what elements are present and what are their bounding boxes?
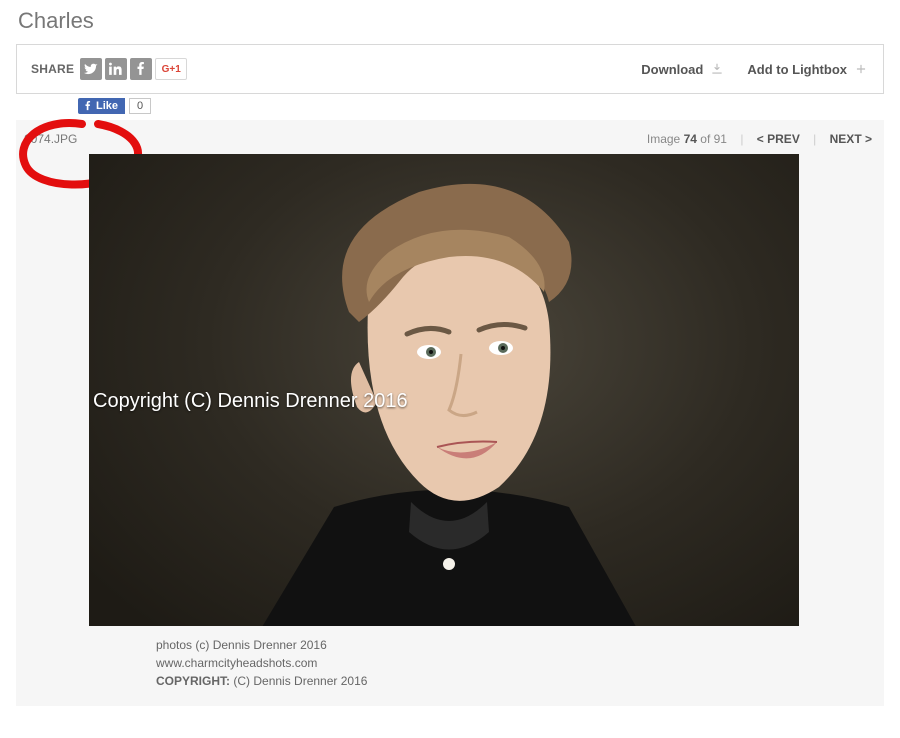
download-button[interactable]: Download bbox=[641, 61, 725, 77]
like-text: Like bbox=[96, 100, 118, 112]
download-icon bbox=[709, 61, 725, 77]
filename-label: 0074.JPG bbox=[24, 132, 77, 146]
of-word: of bbox=[700, 132, 710, 146]
twitter-icon[interactable] bbox=[80, 58, 102, 80]
credits-line-2: www.charmcityheadshots.com bbox=[156, 654, 872, 672]
facebook-like-bar: Like 0 bbox=[78, 98, 900, 114]
google-plus-icon[interactable]: G+1 bbox=[155, 58, 187, 80]
watermark-text: Copyright (C) Dennis Drenner 2016 bbox=[89, 390, 408, 413]
content-panel: 0074.JPG Image 74 of 91 | < PREV | NEXT … bbox=[16, 120, 884, 706]
facebook-like-count: 0 bbox=[129, 98, 151, 114]
credits-line-1: photos (c) Dennis Drenner 2016 bbox=[156, 636, 872, 654]
image-word: Image bbox=[647, 132, 680, 146]
main-photo[interactable]: Copyright (C) Dennis Drenner 2016 bbox=[89, 154, 799, 626]
next-button[interactable]: NEXT > bbox=[830, 132, 872, 146]
facebook-small-icon bbox=[83, 101, 93, 111]
share-toolbar: SHARE G+1 Download Add to Lightbox bbox=[16, 44, 884, 94]
add-to-lightbox-button[interactable]: Add to Lightbox bbox=[747, 61, 869, 77]
prev-button[interactable]: < PREV bbox=[757, 132, 800, 146]
credits-block: photos (c) Dennis Drenner 2016 www.charm… bbox=[156, 636, 872, 690]
plus-icon bbox=[853, 61, 869, 77]
linkedin-icon[interactable] bbox=[105, 58, 127, 80]
lightbox-label: Add to Lightbox bbox=[747, 62, 847, 77]
facebook-like-button[interactable]: Like bbox=[78, 98, 125, 114]
meta-row: 0074.JPG Image 74 of 91 | < PREV | NEXT … bbox=[24, 132, 872, 146]
pager: Image 74 of 91 | < PREV | NEXT > bbox=[647, 132, 872, 146]
copyright-value: (C) Dennis Drenner 2016 bbox=[233, 674, 367, 688]
total-count: 91 bbox=[714, 132, 727, 146]
share-label: SHARE bbox=[31, 62, 74, 76]
separator: | bbox=[740, 132, 743, 146]
separator: | bbox=[813, 132, 816, 146]
page-title: Charles bbox=[18, 8, 900, 34]
current-index: 74 bbox=[684, 132, 697, 146]
copyright-key: COPYRIGHT: bbox=[156, 674, 230, 688]
facebook-icon[interactable] bbox=[130, 58, 152, 80]
download-label: Download bbox=[641, 62, 703, 77]
